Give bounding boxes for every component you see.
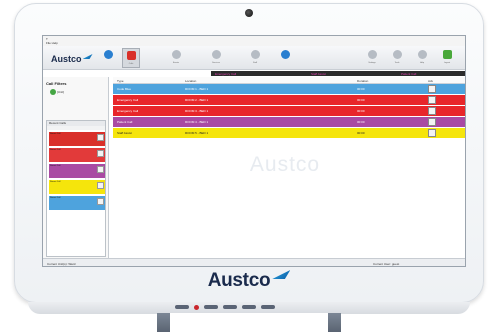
staff-button[interactable]: Staff [246,48,264,68]
call-filters-title: Call Filters [46,81,67,86]
unit-filter-item[interactable]: [Unit] [50,89,64,95]
settings-button[interactable]: Settings [363,48,381,68]
table-row[interactable]: Patient Call ROOM 4 - BED 1 00:00 [113,117,465,127]
hardware-button[interactable] [204,305,218,309]
status-unit: Current Unit(s): Ward [47,262,76,266]
acknowledge-icon[interactable] [428,118,436,126]
ticker-message: Patient Call [401,72,417,76]
column-duration[interactable]: Duration [357,79,368,83]
acknowledge-icon[interactable] [97,182,104,189]
info-icon [280,50,290,59]
screen: T File Help Austco Calls Events Services… [42,35,466,267]
acknowledge-icon[interactable] [428,96,436,104]
gear-icon [367,50,377,59]
column-location[interactable]: Location [185,79,196,83]
hardware-button[interactable] [242,305,256,309]
table-row[interactable]: Emergency Call ROOM 3 - BED 1 00:00 [113,106,465,116]
acknowledge-icon[interactable] [97,134,104,141]
power-icon[interactable] [194,304,199,310]
acknowledge-icon[interactable] [428,129,436,137]
table-row[interactable]: Code Blue ROOM 1 - BED 1 00:00 [113,84,465,94]
services-button[interactable]: Services [207,48,225,68]
table-row[interactable]: Staff Assist ROOM 5 - BED 1 00:00 [113,128,465,138]
menu-bar: T File Help [43,36,465,46]
recent-call-item[interactable]: Recent Call [49,196,105,210]
info-button[interactable] [276,48,294,68]
menu-items[interactable]: File Help [46,41,58,45]
table-row[interactable]: Emergency Call ROOM 2 - BED 1 00:00 [113,95,465,105]
ticker-message: Staff Assist [311,72,326,76]
home-icon [103,50,113,59]
toolbar: Austco Calls Events Services Staff Setti… [43,46,465,70]
device-logo: Austco [0,270,498,292]
recent-calls-subtitle [47,126,105,130]
column-type[interactable]: Type [117,79,124,83]
wrench-icon [392,50,402,59]
events-button[interactable]: Events [167,48,185,68]
acknowledge-icon[interactable] [428,107,436,115]
logout-icon [442,50,452,59]
calls-button[interactable]: Calls [122,48,140,68]
logo-swoosh-icon [272,270,291,279]
acknowledge-icon[interactable] [97,198,104,205]
home-button[interactable] [99,48,117,68]
ticker-message: Emergency Call [215,72,237,76]
camera-icon [245,9,253,17]
app-logo: Austco [51,54,93,64]
recent-call-item[interactable]: Recent Call [49,180,105,194]
help-button[interactable]: Help [413,48,431,68]
hardware-button[interactable] [223,305,237,309]
column-ack[interactable]: Ack [428,79,433,83]
status-bar: Current Unit(s): Ward Current User: gues… [43,258,465,266]
recent-calls-list: Recent Calls Recent Call Recent Call Rec… [46,120,106,257]
tools-button[interactable]: Tools [388,48,406,68]
hardware-button[interactable] [261,305,275,309]
table-header: Type Location Duration Ack [113,77,465,84]
hardware-button[interactable] [175,305,189,309]
hardware-buttons [175,304,325,310]
tablet-photo: T File Help Austco Calls Events Services… [0,0,498,332]
logout-button[interactable]: Logout [438,48,456,68]
status-icon [50,89,56,95]
recent-call-item[interactable]: Recent Call [49,132,105,146]
alert-ticker: Emergency Call Staff Assist Patient Call [211,71,465,76]
alarm-icon [126,51,136,60]
staff-icon [250,50,260,59]
stand-gap [170,313,328,332]
status-user: Current User: guest [373,262,400,266]
logo-swoosh-icon [82,54,93,59]
active-calls-table: Type Location Duration Ack Code Blue ROOM… [113,77,465,139]
help-icon [417,50,427,59]
events-icon [171,50,181,59]
watermark-logo: Austco [249,153,321,176]
services-icon [211,50,221,59]
acknowledge-icon[interactable] [428,85,436,93]
